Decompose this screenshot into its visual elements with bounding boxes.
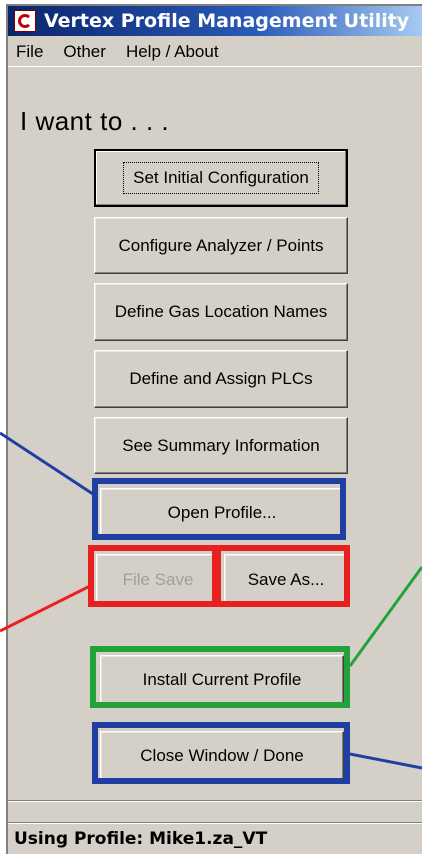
menu-file[interactable]: File [8,42,53,62]
file-save-button[interactable]: File Save [96,554,220,606]
configure-analyzer-points-button[interactable]: Configure Analyzer / Points [94,217,348,274]
define-gas-location-names-label: Define Gas Location Names [114,302,328,321]
window-title: Vertex Profile Management Utility [44,10,410,32]
define-assign-plcs-button[interactable]: Define and Assign PLCs [94,350,348,408]
app-logo-icon[interactable] [14,10,36,32]
save-as-label: Save As... [247,570,325,589]
file-save-label: File Save [122,570,194,589]
see-summary-information-label: See Summary Information [122,435,320,455]
title-bar[interactable]: Vertex Profile Management Utility [8,6,422,36]
set-initial-configuration-button[interactable]: Set Initial Configuration [94,149,348,207]
status-text: Using Profile: Mike1.za_VT [14,828,268,849]
see-summary-information-button[interactable]: See Summary Information [94,417,348,474]
open-profile-button[interactable]: Open Profile... [100,488,344,538]
configure-analyzer-points-label: Configure Analyzer / Points [118,235,324,255]
define-gas-location-names-button[interactable]: Define Gas Location Names [94,283,348,341]
install-current-profile-label: Install Current Profile [142,670,302,689]
close-window-done-label: Close Window / Done [140,746,304,765]
set-initial-configuration-label: Set Initial Configuration [123,162,319,194]
menu-other[interactable]: Other [53,42,116,62]
install-current-profile-button[interactable]: Install Current Profile [100,655,344,705]
status-bar: Using Profile: Mike1.za_VT [8,822,422,854]
status-separator [8,800,422,802]
close-window-done-button[interactable]: Close Window / Done [100,731,344,781]
menu-bar: File Other Help / About [8,38,422,67]
define-assign-plcs-label: Define and Assign PLCs [129,369,313,388]
page-heading: I want to . . . [20,106,170,136]
menu-help-about[interactable]: Help / About [116,42,229,62]
open-profile-label: Open Profile... [167,503,277,522]
app-window: Vertex Profile Management Utility File O… [6,4,422,854]
save-as-button[interactable]: Save As... [224,554,348,606]
